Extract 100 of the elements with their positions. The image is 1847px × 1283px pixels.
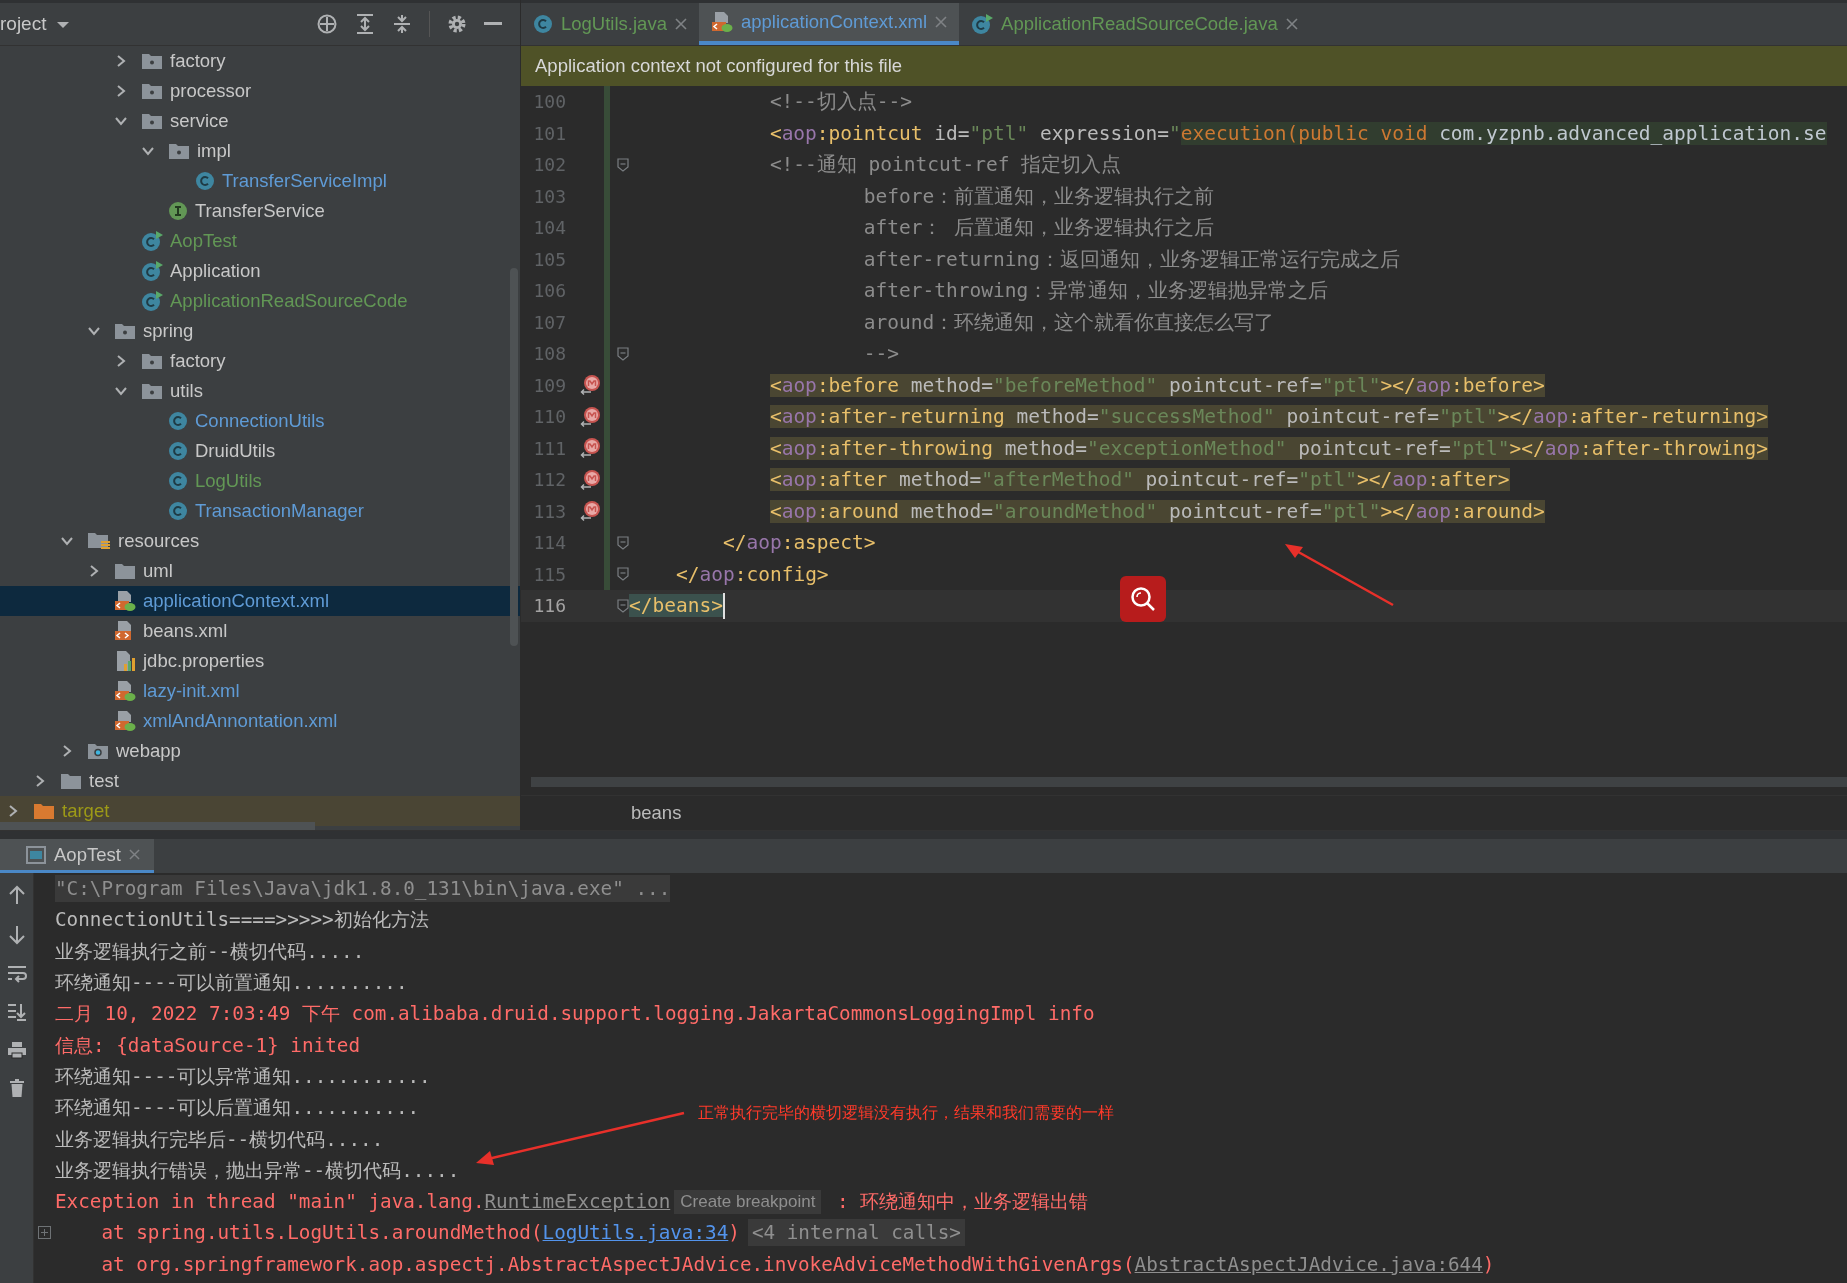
- source-link[interactable]: LogUtils.java:34: [542, 1221, 729, 1245]
- console-text: 业务逻辑执行错误，抛出异常--横切代码.....: [55, 1157, 460, 1184]
- down-arrow-icon[interactable]: [7, 925, 26, 945]
- fold-marker-icon[interactable]: [616, 598, 629, 613]
- scrollbar[interactable]: [531, 777, 1847, 787]
- tree-item[interactable]: target: [0, 796, 520, 826]
- scroll-to-end-icon[interactable]: [6, 1003, 27, 1021]
- tree-item[interactable]: impl: [0, 136, 520, 166]
- line-number: 114: [532, 532, 566, 554]
- class-icon: [195, 171, 215, 191]
- fold-marker-icon[interactable]: [616, 535, 629, 550]
- close-icon[interactable]: [1285, 18, 1298, 30]
- tree-item-label: factory: [170, 50, 226, 72]
- web-folder-icon: [87, 742, 109, 760]
- search-button[interactable]: [1120, 576, 1166, 622]
- package-folder-icon: [141, 352, 163, 370]
- advice-marker-icon[interactable]: [580, 405, 602, 428]
- runnable-class-icon: [971, 13, 994, 35]
- locate-icon[interactable]: [316, 13, 338, 35]
- tree-item[interactable]: test: [0, 766, 520, 796]
- tree-item[interactable]: resources: [0, 526, 520, 556]
- package-folder-icon: [141, 52, 163, 70]
- console-text: ConnectionUtils====>>>>>初始化方法: [55, 907, 429, 934]
- tree-item[interactable]: spring: [0, 316, 520, 346]
- trash-icon[interactable]: [8, 1079, 25, 1097]
- tree-item[interactable]: beans.xml: [0, 616, 520, 646]
- tree-item[interactable]: DruidUtils: [0, 436, 520, 466]
- tree-item[interactable]: lazy-init.xml: [0, 676, 520, 706]
- tree-item[interactable]: Application: [0, 256, 520, 286]
- collapse-all-icon[interactable]: [392, 13, 412, 35]
- tree-item-label: Application: [170, 260, 261, 282]
- print-icon[interactable]: [6, 1041, 27, 1059]
- line-number: 111: [532, 437, 566, 459]
- tab-label: applicationContext.xml: [740, 11, 928, 33]
- fold-marker-icon[interactable]: [616, 346, 629, 361]
- tree-item[interactable]: factory: [0, 46, 520, 76]
- code-line: </aop:config>: [674, 562, 829, 586]
- tree-item[interactable]: factory: [0, 346, 520, 376]
- scrollbar[interactable]: [510, 268, 518, 646]
- code-line: <!--切入点-->: [768, 89, 913, 116]
- fold-marker-icon[interactable]: [616, 157, 629, 172]
- expand-icon[interactable]: [38, 1226, 51, 1240]
- tree-item[interactable]: TransferServiceImpl: [0, 166, 520, 196]
- tree-item-label: TransactionManager: [195, 500, 364, 522]
- settings-icon[interactable]: [447, 14, 467, 34]
- scrollbar[interactable]: [0, 822, 315, 830]
- tree-item-label: utils: [170, 380, 203, 402]
- tree-item[interactable]: AopTest: [0, 226, 520, 256]
- console-text: 业务逻辑执行完毕后--横切代码.....: [55, 1126, 384, 1153]
- soft-wrap-icon[interactable]: [6, 965, 27, 983]
- fold-marker-icon[interactable]: [616, 567, 629, 582]
- editor-tab[interactable]: applicationContext.xml: [698, 3, 960, 45]
- console-text: at spring.utils.LogUtils.aroundMethod(: [100, 1221, 543, 1245]
- internal-calls-chip[interactable]: <4 internal calls>: [747, 1219, 965, 1247]
- tree-item[interactable]: LogUtils: [0, 466, 520, 496]
- tree-item[interactable]: webapp: [0, 736, 520, 766]
- advice-marker-icon[interactable]: [580, 468, 602, 491]
- tree-item[interactable]: service: [0, 106, 520, 136]
- advice-marker-icon[interactable]: [580, 374, 602, 397]
- tree-item-label: TransferService: [195, 200, 325, 222]
- advice-marker-icon[interactable]: [580, 500, 602, 523]
- line-number: 110: [532, 406, 566, 428]
- tree-item[interactable]: ApplicationReadSourceCode: [0, 286, 520, 316]
- dropdown-caret-icon[interactable]: [56, 21, 71, 29]
- tree-item[interactable]: jdbc.properties: [0, 646, 520, 676]
- minimize-icon[interactable]: [484, 22, 502, 26]
- console-icon: [26, 845, 46, 864]
- console-text: 信息: {dataSource-1} inited: [55, 1032, 360, 1059]
- code-line: <aop:pointcut id="ptl" expression="execution(public void com.yzpnb.advanced_application.se: [768, 121, 1827, 145]
- create-breakpoint-chip[interactable]: Create breakpoint: [674, 1189, 822, 1214]
- tree-item-label: impl: [197, 140, 231, 162]
- run-tab[interactable]: AopTest: [0, 839, 154, 873]
- tree-item[interactable]: TransferService: [0, 196, 520, 226]
- advice-marker-icon[interactable]: [580, 437, 602, 460]
- properties-file-icon: [114, 650, 136, 672]
- runnable-class-icon: [141, 290, 163, 312]
- tree-item[interactable]: TransactionManager: [0, 496, 520, 526]
- package-folder-icon: [114, 322, 136, 340]
- up-arrow-icon[interactable]: [7, 885, 26, 905]
- tree-item[interactable]: uml: [0, 556, 520, 586]
- class-icon: [168, 441, 188, 461]
- tree-item[interactable]: ConnectionUtils: [0, 406, 520, 436]
- source-link[interactable]: AbstractAspectJAdvice.java:644: [1134, 1252, 1483, 1276]
- tree-item-label: target: [62, 800, 110, 822]
- editor-tab[interactable]: LogUtils.java: [521, 3, 699, 45]
- tree-item[interactable]: applicationContext.xml: [0, 586, 520, 616]
- runnable-class-icon: [141, 230, 163, 252]
- source-link[interactable]: RuntimeException: [484, 1190, 671, 1214]
- tree-item[interactable]: xmlAndAnnontation.xml: [0, 706, 520, 736]
- breadcrumb[interactable]: beans: [631, 802, 682, 824]
- tree-item[interactable]: processor: [0, 76, 520, 106]
- tree-item[interactable]: utils: [0, 376, 520, 406]
- console-text: 环绕通知----可以异常通知............: [55, 1063, 431, 1090]
- code-line: after-throwing：异常通知，业务逻辑抛异常之后: [862, 278, 1329, 305]
- close-icon[interactable]: [674, 18, 687, 30]
- editor-tab[interactable]: ApplicationReadSourceCode.java: [959, 3, 1310, 45]
- code-line: before：前置通知，业务逻辑执行之前: [862, 183, 1215, 210]
- expand-all-icon[interactable]: [355, 13, 375, 35]
- line-number: 112: [532, 469, 566, 491]
- panel-title[interactable]: roject: [0, 13, 47, 35]
